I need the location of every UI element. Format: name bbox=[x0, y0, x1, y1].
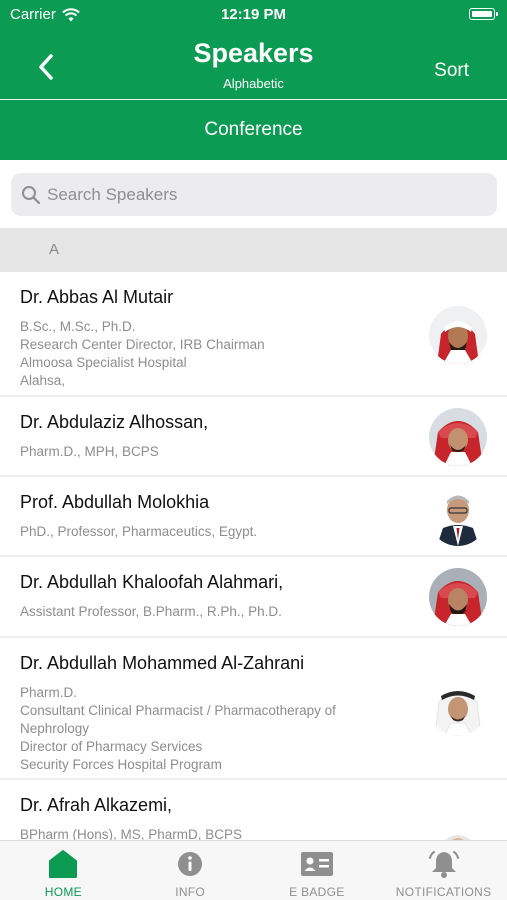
conference-segment[interactable]: Conference bbox=[0, 100, 507, 160]
speaker-name: Prof. Abdullah Molokhia bbox=[20, 492, 210, 512]
speaker-details: B.Sc., M.Sc., Ph.D. Research Center Dire… bbox=[20, 319, 265, 388]
speaker-row[interactable]: Dr. Abdullah Mohammed Al-Zahrani Pharm.D… bbox=[0, 638, 507, 780]
speaker-details: Assistant Professor, B.Pharm., R.Ph., Ph… bbox=[20, 604, 282, 619]
badge-icon bbox=[300, 852, 333, 876]
speaker-name: Dr. Abdullah Mohammed Al-Zahrani bbox=[20, 653, 305, 673]
tab-bar: HOME INFO E BADGE NOTIFICATIONS bbox=[0, 840, 507, 900]
tab-home[interactable]: HOME bbox=[0, 841, 127, 900]
speaker-row[interactable]: Prof. Abdullah Molokhia PhD., Professor,… bbox=[0, 477, 507, 557]
speaker-details: Pharm.D., MPH, BCPS bbox=[20, 444, 159, 459]
search-box[interactable] bbox=[11, 173, 497, 216]
tab-info-label: INFO bbox=[175, 885, 206, 899]
nav-bar: Speakers Alphabetic Sort bbox=[0, 30, 507, 99]
speaker-name: Dr. Abbas Al Mutair bbox=[20, 287, 174, 307]
tab-notifications-label: NOTIFICATIONS bbox=[395, 885, 492, 899]
tab-e-badge-label: E BADGE bbox=[289, 885, 345, 899]
bell-icon bbox=[428, 851, 459, 878]
speaker-row[interactable]: Dr. Abdullah Khaloofah Alahmari, Assista… bbox=[0, 557, 507, 638]
page-subtitle: Alphabetic bbox=[223, 76, 284, 91]
speaker-photo bbox=[429, 822, 487, 840]
speaker-details: BPharm (Hons), MS, PharmD, BCPS bbox=[20, 827, 243, 840]
page-title: Speakers bbox=[193, 38, 314, 68]
info-icon bbox=[178, 852, 203, 876]
speaker-name: Dr. Abdulaziz Alhossan, bbox=[20, 412, 209, 432]
tab-info[interactable]: INFO bbox=[127, 841, 254, 900]
speaker-row[interactable]: Dr. Afrah Alkazemi, BPharm (Hons), MS, P… bbox=[0, 780, 507, 840]
search-area bbox=[0, 160, 507, 228]
speaker-name: Dr. Afrah Alkazemi, bbox=[20, 795, 173, 815]
speaker-name: Dr. Abdullah Khaloofah Alahmari, bbox=[20, 572, 284, 592]
sort-button[interactable]: Sort bbox=[434, 60, 469, 82]
speaker-row[interactable]: Dr. Abdulaziz Alhossan, Pharm.D., MPH, B… bbox=[0, 397, 507, 477]
tab-e-badge[interactable]: E BADGE bbox=[254, 841, 381, 900]
status-bar: Carrier 12:19 PM bbox=[0, 0, 507, 30]
home-icon bbox=[49, 850, 78, 878]
search-input[interactable] bbox=[47, 184, 467, 205]
speaker-photo bbox=[429, 408, 487, 466]
speaker-photo bbox=[429, 568, 487, 626]
section-header-a: A bbox=[0, 228, 507, 272]
speaker-photo bbox=[429, 488, 487, 546]
speaker-details: PhD., Professor, Pharmaceutics, Egypt. bbox=[20, 524, 258, 539]
tab-notifications[interactable]: NOTIFICATIONS bbox=[380, 841, 507, 900]
speaker-list[interactable]: A Dr. Abbas Al Mutair B.Sc., M.Sc., Ph.D… bbox=[0, 228, 507, 840]
speaker-photo bbox=[429, 678, 487, 736]
speaker-details: Pharm.D. Consultant Clinical Pharmacist … bbox=[20, 685, 336, 772]
speaker-photo bbox=[429, 306, 487, 364]
battery-icon bbox=[469, 8, 498, 20]
speaker-row[interactable]: Dr. Abbas Al Mutair B.Sc., M.Sc., Ph.D. … bbox=[0, 272, 507, 397]
search-icon bbox=[22, 185, 41, 204]
status-time: 12:19 PM bbox=[220, 6, 287, 23]
tab-home-label: HOME bbox=[44, 885, 82, 899]
